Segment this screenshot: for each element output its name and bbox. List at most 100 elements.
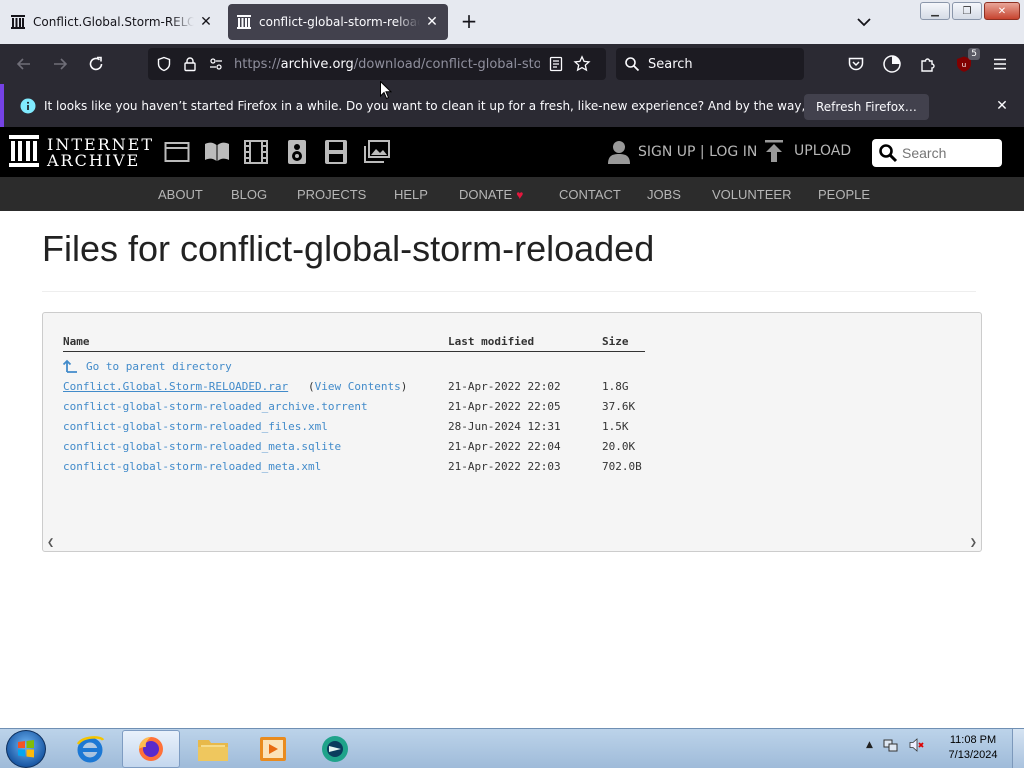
system-clock[interactable]: 11:08 PM 7/13/2024 xyxy=(940,733,1006,763)
file-size: 20.0K xyxy=(602,440,636,453)
extensions-puzzle-icon[interactable] xyxy=(916,52,940,76)
bookmark-star-icon[interactable] xyxy=(572,54,592,74)
site-logo-text: INTERNET ARCHIVE xyxy=(47,137,154,169)
url-scheme: https:// xyxy=(234,56,281,72)
internet-explorer-icon[interactable] xyxy=(61,730,119,768)
page-title: Files for conflict-global-storm-reloaded xyxy=(42,228,655,269)
view-contents-link[interactable]: View Contents xyxy=(315,380,401,393)
menu-volunteer[interactable]: VOLUNTEER xyxy=(712,187,791,202)
sign-up-login-link[interactable]: SIGN UP | LOG IN xyxy=(608,140,757,164)
column-header-modified[interactable]: Last modified xyxy=(448,335,534,348)
window-close-icon[interactable]: ✕ xyxy=(984,2,1020,20)
start-button[interactable] xyxy=(6,730,46,768)
maximize-icon[interactable]: ❐ xyxy=(952,2,982,20)
permissions-icon[interactable] xyxy=(206,54,226,74)
firefox-taskbar-icon[interactable] xyxy=(122,730,180,768)
volume-muted-icon[interactable] xyxy=(909,737,925,753)
file-modified: 21-Apr-2022 22:05 xyxy=(448,400,561,413)
archive-favicon-icon xyxy=(10,14,26,30)
lock-icon[interactable] xyxy=(180,54,200,74)
menu-blog[interactable]: BLOG xyxy=(231,187,267,202)
site-search-input[interactable] xyxy=(902,145,998,161)
tab-close-icon[interactable]: ✕ xyxy=(424,14,440,30)
forward-arrow-icon[interactable] xyxy=(48,52,72,76)
parent-directory-label: Go to parent directory xyxy=(86,360,232,373)
reload-icon[interactable] xyxy=(84,52,108,76)
refresh-notification-bar: It looks like you haven’t started Firefo… xyxy=(0,84,1024,127)
file-link[interactable]: conflict-global-storm-reloaded_meta.xml xyxy=(63,460,321,473)
file-listing: Name Last modified Size Go to parent dir… xyxy=(42,312,982,552)
file-name: Conflict.Global.Storm-RELOADED.rar xyxy=(63,380,289,393)
close-icon[interactable]: ✕ xyxy=(994,98,1010,114)
menu-help[interactable]: HELP xyxy=(394,187,428,202)
video-film-icon[interactable] xyxy=(243,140,269,164)
site-search-box[interactable] xyxy=(872,139,1002,167)
address-bar[interactable]: https://archive.org/download/conflict-gl… xyxy=(148,48,606,80)
file-link[interactable]: conflict-global-storm-reloaded_files.xml xyxy=(63,420,328,433)
sign-up-login-label: SIGN UP | LOG IN xyxy=(638,144,758,160)
chat-app-icon[interactable] xyxy=(306,730,364,768)
menu-projects[interactable]: PROJECTS xyxy=(297,187,366,202)
search-input[interactable]: Search xyxy=(616,48,804,80)
audio-speaker-icon[interactable] xyxy=(284,140,310,164)
parent-directory-link[interactable]: Go to parent directory xyxy=(63,359,232,374)
file-link[interactable]: Conflict.Global.Storm-RELOADED.rar xyxy=(63,380,288,393)
table-row: conflict-global-storm-reloaded_files.xml… xyxy=(63,420,663,436)
user-icon xyxy=(608,140,630,164)
texts-book-icon[interactable] xyxy=(204,140,230,164)
upload-link[interactable]: UPLOAD xyxy=(764,140,851,162)
show-hidden-icons-icon[interactable]: ▲ xyxy=(866,740,873,750)
site-logo[interactable]: INTERNET ARCHIVE xyxy=(9,135,154,171)
tab-rar-file[interactable]: Conflict.Global.Storm-RELOADED.rar ✕ xyxy=(2,4,222,40)
tab-download-page[interactable]: conflict-global-storm-reloaded ✕ xyxy=(228,4,448,40)
url-host: archive.org xyxy=(280,56,354,72)
notification-message: It looks like you haven’t started Firefo… xyxy=(44,99,900,113)
menu-jobs[interactable]: JOBS xyxy=(647,187,681,202)
table-row: conflict-global-storm-reloaded_meta.sqli… xyxy=(63,440,663,456)
hamburger-menu-icon[interactable] xyxy=(988,52,1012,76)
view-contents-wrapper: (View Contents) xyxy=(308,380,407,393)
chevron-down-icon[interactable] xyxy=(854,12,874,32)
scroll-right-icon[interactable]: ❯ xyxy=(970,535,977,549)
info-icon xyxy=(20,98,36,114)
file-size: 702.0B xyxy=(602,460,642,473)
reader-view-icon[interactable] xyxy=(546,54,566,74)
tracking-shield-icon[interactable] xyxy=(154,54,174,74)
media-player-icon[interactable] xyxy=(244,730,302,768)
scroll-left-icon[interactable]: ❮ xyxy=(47,535,54,549)
site-menu-bar: ABOUT BLOG PROJECTS HELP DONATE ♥ CONTACT… xyxy=(0,177,1024,211)
pocket-icon[interactable] xyxy=(844,52,868,76)
ublock-extension-icon[interactable]: u 5 xyxy=(952,48,980,76)
images-icon[interactable] xyxy=(364,140,390,164)
web-icon[interactable] xyxy=(164,140,190,164)
tab-close-icon[interactable]: ✕ xyxy=(198,14,214,30)
file-explorer-folder-icon[interactable] xyxy=(184,730,242,768)
menu-people[interactable]: PEOPLE xyxy=(818,187,870,202)
paren-close: ) xyxy=(400,380,408,393)
file-modified: 21-Apr-2022 22:04 xyxy=(448,440,561,453)
menu-contact[interactable]: CONTACT xyxy=(559,187,621,202)
column-header-name[interactable]: Name xyxy=(63,335,90,348)
menu-donate[interactable]: DONATE ♥ xyxy=(459,187,523,202)
column-header-size[interactable]: Size xyxy=(602,335,629,348)
upload-arrow-icon xyxy=(764,140,784,162)
archive-building-icon xyxy=(9,135,39,171)
network-icon[interactable] xyxy=(883,737,899,753)
paren-open: ( xyxy=(308,380,315,393)
minimize-icon[interactable]: ▁ xyxy=(920,2,950,20)
file-link[interactable]: conflict-global-storm-reloaded_archive.t… xyxy=(63,400,368,413)
file-size: 1.5K xyxy=(602,420,629,433)
divider xyxy=(42,291,976,292)
url-text[interactable]: https://archive.org/download/conflict-gl… xyxy=(234,57,540,72)
search-placeholder: Search xyxy=(648,56,693,72)
menu-about[interactable]: ABOUT xyxy=(158,187,203,202)
navigation-toolbar: https://archive.org/download/conflict-gl… xyxy=(0,44,1024,84)
back-arrow-icon[interactable] xyxy=(12,52,36,76)
show-desktop-button[interactable] xyxy=(1012,729,1024,768)
refresh-firefox-button[interactable]: Refresh Firefox… xyxy=(804,94,929,120)
software-floppy-icon[interactable] xyxy=(323,140,349,164)
tab-strip: Conflict.Global.Storm-RELOADED.rar ✕ con… xyxy=(0,0,1024,44)
file-link[interactable]: conflict-global-storm-reloaded_meta.sqli… xyxy=(63,440,341,453)
new-tab-icon[interactable]: + xyxy=(458,11,480,33)
account-sync-icon[interactable] xyxy=(880,52,904,76)
